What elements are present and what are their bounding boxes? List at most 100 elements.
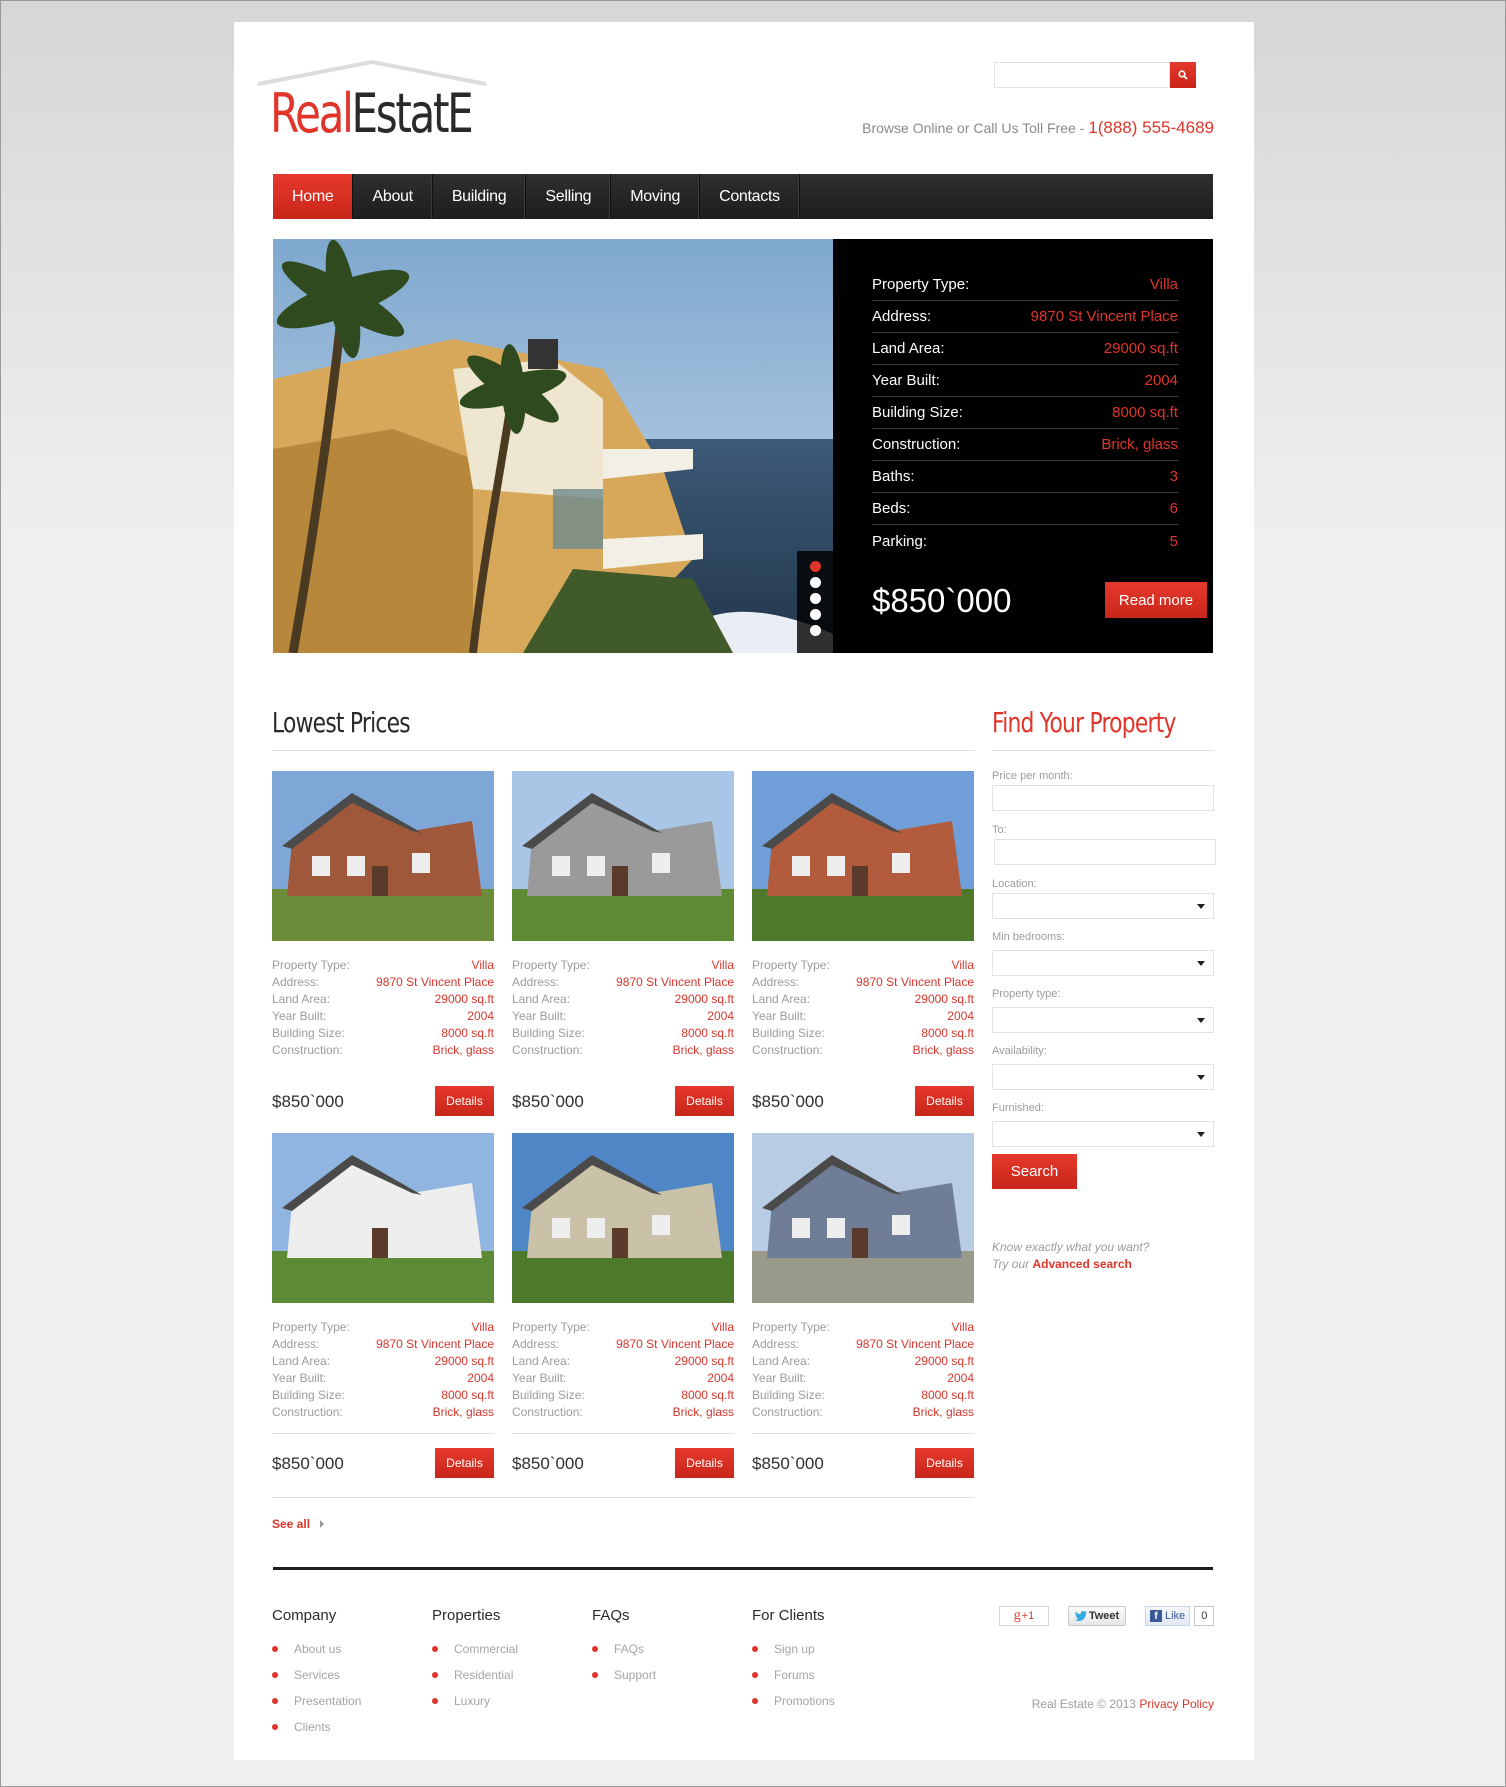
privacy-policy-link[interactable]: Privacy Policy <box>1139 1697 1214 1711</box>
card-spec-value: 9870 St Vincent Place <box>616 975 734 989</box>
card-spec-label: Building Size: <box>272 1388 345 1402</box>
lowest-prices-title: Lowest Prices <box>272 706 411 739</box>
slider-dot-3[interactable] <box>809 593 821 604</box>
page-container: RealEstatE Browse Online or Call Us Toll… <box>234 22 1254 1760</box>
card-spec-label: Property Type: <box>512 1320 590 1334</box>
footer-link[interactable]: Sign up <box>752 1636 835 1662</box>
header-search-button[interactable] <box>1170 62 1196 88</box>
divider <box>272 750 975 751</box>
footer-link[interactable]: Luxury <box>432 1688 518 1714</box>
nav-item-selling[interactable]: Selling <box>526 174 612 219</box>
card-spec-value: Brick, glass <box>672 1405 734 1419</box>
read-more-button[interactable]: Read more <box>1105 582 1207 618</box>
card-spec-row: Property Type: Villa <box>272 1319 494 1336</box>
furnished-select[interactable] <box>992 1121 1214 1147</box>
see-all-label: See all <box>272 1517 311 1531</box>
nav-item-moving[interactable]: Moving <box>611 174 701 219</box>
phone-number[interactable]: 1(888) 555-4689 <box>1088 118 1214 137</box>
card-specs: Property Type: Villa Address: 9870 St Vince… <box>752 1319 974 1421</box>
footer-link[interactable]: Promotions <box>752 1688 835 1714</box>
footer-link-label: Presentation <box>294 1694 362 1708</box>
card-spec-label: Address: <box>512 1337 560 1351</box>
min-bedrooms-select[interactable] <box>992 950 1214 976</box>
main-nav: Home About Building Selling Moving Conta… <box>273 174 1213 219</box>
card-price: $850`000 <box>752 1092 824 1111</box>
property-photo[interactable] <box>272 1133 494 1303</box>
footer-link[interactable]: Residential <box>432 1662 518 1688</box>
slider-dot-4[interactable] <box>809 609 821 620</box>
price-to-input[interactable] <box>994 839 1216 865</box>
slider-dot-2[interactable] <box>809 577 821 588</box>
nav-item-about[interactable]: About <box>353 174 433 219</box>
header-search-input[interactable] <box>994 62 1170 88</box>
location-select[interactable] <box>992 893 1214 919</box>
google-plus-label: +1 <box>1021 1610 1035 1622</box>
nav-item-home[interactable]: Home <box>273 174 354 219</box>
google-plus-button[interactable]: g +1 <box>999 1606 1049 1626</box>
footer-link[interactable]: Support <box>592 1662 656 1688</box>
see-all-link[interactable]: See all <box>272 1517 325 1531</box>
property-photo[interactable] <box>272 771 494 941</box>
footer-link[interactable]: Forums <box>752 1662 835 1688</box>
spec-label: Address: <box>872 308 932 325</box>
property-photo[interactable] <box>512 771 734 941</box>
property-card: Property Type: Villa Address: 9870 St Vince… <box>752 1133 974 1478</box>
card-spec-row: Year Built: 2004 <box>512 1008 734 1025</box>
footer-link[interactable]: Services <box>272 1662 361 1688</box>
card-spec-label: Building Size: <box>272 1026 345 1040</box>
property-photo[interactable] <box>512 1133 734 1303</box>
tweet-button[interactable]: Tweet <box>1068 1606 1126 1626</box>
caret-down-icon <box>1197 961 1205 966</box>
availability-select[interactable] <box>992 1064 1214 1090</box>
card-spec-row: Land Area: 29000 sq.ft <box>752 991 974 1008</box>
card-divider <box>752 1433 974 1434</box>
details-button[interactable]: Details <box>675 1448 734 1478</box>
footer-link-label: FAQs <box>614 1642 645 1656</box>
advanced-search-link[interactable]: Advanced search <box>1032 1257 1131 1271</box>
nav-item-contacts[interactable]: Contacts <box>700 174 800 219</box>
card-specs: Property Type: Villa Address: 9870 St Vince… <box>752 957 974 1059</box>
property-photo[interactable] <box>752 1133 974 1303</box>
card-spec-row: Building Size: 8000 sq.ft <box>272 1025 494 1042</box>
card-spec-value: 2004 <box>467 1009 494 1023</box>
hero-price: $850`000 <box>872 582 1012 619</box>
spec-label: Year Built: <box>872 372 940 389</box>
slider-dot-1[interactable] <box>809 561 821 572</box>
slider-dot-5[interactable] <box>809 625 821 636</box>
footer-divider <box>273 1567 1213 1570</box>
card-spec-row: Land Area: 29000 sq.ft <box>272 991 494 1008</box>
details-button[interactable]: Details <box>675 1086 734 1116</box>
bullet-icon <box>592 1646 598 1652</box>
card-spec-value: 8000 sq.ft <box>441 1388 494 1402</box>
property-photo[interactable] <box>752 771 974 941</box>
details-button[interactable]: Details <box>435 1086 494 1116</box>
spec-label: Beds: <box>872 500 911 517</box>
card-spec-value: Brick, glass <box>672 1043 734 1057</box>
details-button[interactable]: Details <box>435 1448 494 1478</box>
card-spec-label: Construction: <box>272 1405 343 1419</box>
footer-link[interactable]: Presentation <box>272 1688 361 1714</box>
card-spec-label: Construction: <box>512 1043 583 1057</box>
property-search-button[interactable]: Search <box>992 1154 1077 1189</box>
footer-link[interactable]: Commercial <box>432 1636 518 1662</box>
footer-link[interactable]: FAQs <box>592 1636 656 1662</box>
bullet-icon <box>432 1672 438 1678</box>
details-button[interactable]: Details <box>915 1086 974 1116</box>
card-spec-label: Year Built: <box>272 1371 327 1385</box>
spec-row: Year Built: 2004 <box>872 365 1178 397</box>
footer-link[interactable]: Clients <box>272 1714 361 1740</box>
section-divider <box>272 1497 974 1498</box>
card-spec-row: Address: 9870 St Vincent Place <box>272 1336 494 1353</box>
logo[interactable]: RealEstatE <box>256 60 496 160</box>
facebook-like-button[interactable]: f Like <box>1145 1606 1191 1626</box>
card-footer: $850`000 Details <box>272 1086 494 1116</box>
bullet-icon <box>752 1698 758 1704</box>
card-spec-row: Construction: Brick, glass <box>512 1042 734 1059</box>
price-per-month-label: Price per month: <box>992 770 1073 782</box>
spec-row: Property Type: Villa <box>872 269 1178 301</box>
details-button[interactable]: Details <box>915 1448 974 1478</box>
price-per-month-input[interactable] <box>992 785 1214 811</box>
property-type-select[interactable] <box>992 1007 1214 1033</box>
footer-link[interactable]: About us <box>272 1636 361 1662</box>
nav-item-building[interactable]: Building <box>433 174 527 219</box>
